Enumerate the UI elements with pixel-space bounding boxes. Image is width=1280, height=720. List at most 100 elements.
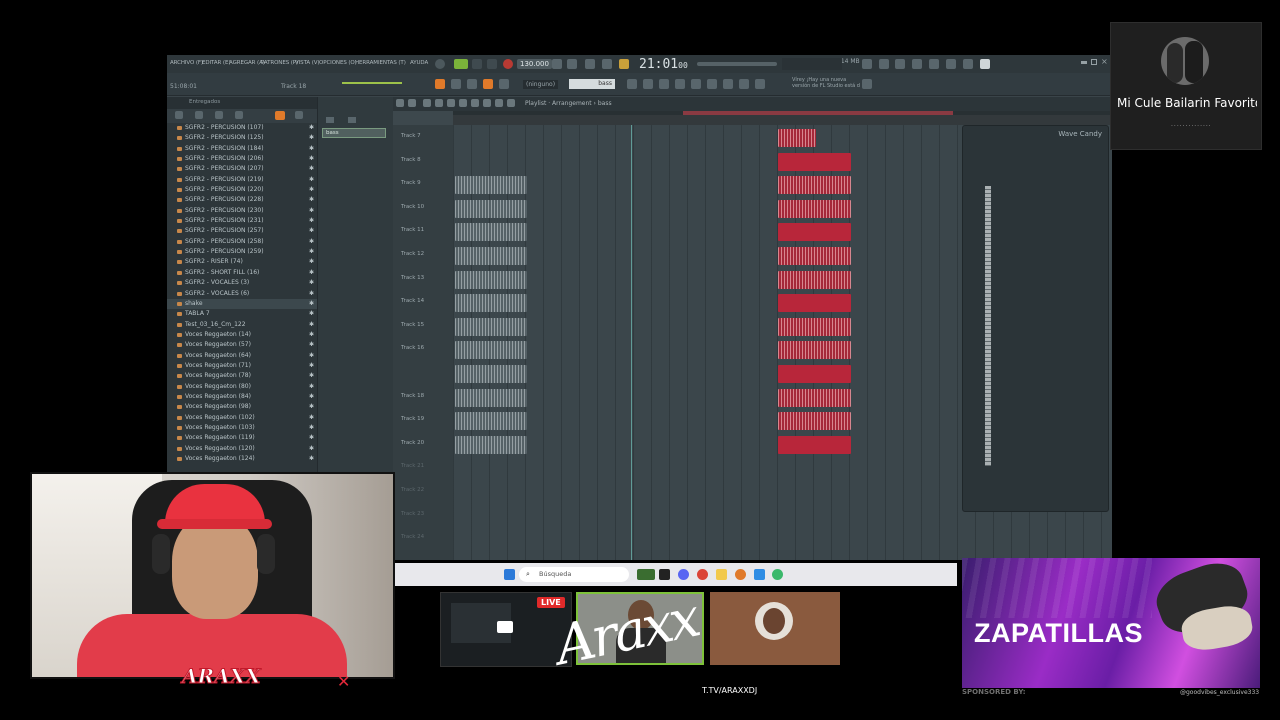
- browser-item[interactable]: shake ✱: [167, 298, 317, 310]
- track-name[interactable]: Track 23: [401, 511, 424, 517]
- pattern-clip[interactable]: [455, 176, 527, 195]
- pattern-clip[interactable]: [455, 223, 527, 242]
- menu-patrones[interactable]: PATRONES (P): [261, 60, 298, 66]
- pin-icon[interactable]: ✱: [309, 309, 314, 319]
- menu-opciones[interactable]: OPCIONES (O): [319, 60, 357, 66]
- browser-item[interactable]: SGFR2 - PERCUSION (206) ✱: [167, 154, 317, 164]
- browser-item[interactable]: Voces Reggaeton (14) ✱: [167, 330, 317, 340]
- starred-icon[interactable]: [275, 111, 285, 120]
- back-icon[interactable]: [195, 111, 203, 119]
- pin-icon[interactable]: ✱: [309, 289, 314, 299]
- chrome-icon[interactable]: [697, 569, 708, 580]
- pattern-clip[interactable]: [455, 412, 527, 431]
- browser-item[interactable]: SGFR2 - PERCUSION (257) ✱: [167, 226, 317, 236]
- track-name[interactable]: Track 24: [401, 534, 424, 540]
- browser-item[interactable]: Voces Reggaeton (64) ✱: [167, 351, 317, 361]
- refresh-icon[interactable]: [862, 59, 872, 69]
- browser-item[interactable]: SGFR2 - RISER (74) ✱: [167, 257, 317, 267]
- master-volume-slider[interactable]: [342, 82, 402, 84]
- pattern-song-toggle[interactable]: [435, 59, 445, 69]
- browser-header[interactable]: Entregados: [167, 97, 317, 109]
- pattern-clip[interactable]: [455, 341, 527, 360]
- pattern-clip[interactable]: [778, 152, 851, 171]
- pattern-clip[interactable]: [778, 341, 851, 360]
- pin-icon[interactable]: ✱: [309, 216, 314, 226]
- browser-item[interactable]: Voces Reggaeton (103) ✱: [167, 423, 317, 433]
- track-name[interactable]: Track 16: [401, 345, 424, 351]
- pin-icon[interactable]: ✱: [309, 195, 314, 205]
- touch-keyboard-icon[interactable]: [723, 79, 733, 89]
- browser-item[interactable]: SGFR2 - PERCUSION (258) ✱: [167, 237, 317, 247]
- pattern-icon[interactable]: [348, 117, 356, 123]
- loop-record-icon[interactable]: [602, 59, 612, 69]
- pin-icon[interactable]: ✱: [309, 351, 314, 361]
- pin-icon[interactable]: ✱: [309, 371, 314, 381]
- pin-icon[interactable]: ✱: [309, 320, 314, 330]
- pin-icon[interactable]: ✱: [309, 175, 314, 185]
- paint-icon[interactable]: [499, 79, 509, 89]
- pin-icon[interactable]: ✱: [309, 361, 314, 371]
- forward-icon[interactable]: [215, 111, 223, 119]
- track-name[interactable]: Track 22: [401, 487, 424, 493]
- pattern-clip[interactable]: [778, 435, 851, 454]
- browser-item[interactable]: SGFR2 - PERCUSION (231) ✱: [167, 216, 317, 226]
- browser-item[interactable]: SGFR2 - PERCUSION (228) ✱: [167, 195, 317, 205]
- menu-agregar[interactable]: AGREGAR (A): [229, 60, 265, 66]
- save-icon[interactable]: [929, 59, 939, 69]
- browser-item[interactable]: SGFR2 - PERCUSION (125) ✱: [167, 133, 317, 143]
- track-name[interactable]: Track 7: [401, 133, 421, 139]
- browser-item[interactable]: Test_03_16_Cm_122 ✱: [167, 320, 317, 330]
- microphone-icon[interactable]: [895, 59, 905, 69]
- pattern-clip[interactable]: [778, 129, 816, 147]
- browser-toggle-icon[interactable]: [675, 79, 685, 89]
- pin-icon[interactable]: ✱: [309, 402, 314, 412]
- pin-icon[interactable]: ✱: [309, 144, 314, 154]
- mixer-icon[interactable]: [946, 59, 956, 69]
- pattern-clip[interactable]: [778, 176, 851, 195]
- grid-icon[interactable]: [326, 117, 334, 123]
- widget-icon[interactable]: [637, 569, 655, 580]
- pin-icon[interactable]: ✱: [309, 185, 314, 195]
- browser-item[interactable]: Voces Reggaeton (119) ✱: [167, 433, 317, 443]
- track-name[interactable]: Track 19: [401, 416, 424, 422]
- select-tool-icon[interactable]: [495, 99, 503, 107]
- close-icon[interactable]: ×: [1101, 57, 1108, 66]
- browser-item[interactable]: Voces Reggaeton (78) ✱: [167, 371, 317, 381]
- browser-item[interactable]: SGFR2 - PERCUSION (107) ✱: [167, 123, 317, 133]
- browser-item[interactable]: SGFR2 - VOCALES (6) ✱: [167, 289, 317, 299]
- browser-item[interactable]: SGFR2 - PERCUSION (230) ✱: [167, 206, 317, 216]
- pin-icon[interactable]: ✱: [309, 257, 314, 267]
- step-edit-icon[interactable]: [619, 59, 629, 69]
- chat-icon[interactable]: [963, 59, 973, 69]
- pattern-clip[interactable]: [778, 294, 851, 313]
- task-view-icon[interactable]: [659, 569, 670, 580]
- discord-icon[interactable]: [678, 569, 689, 580]
- snap-select-icon[interactable]: [408, 99, 416, 107]
- pin-icon[interactable]: ✱: [309, 299, 314, 309]
- playlist-menu-icon[interactable]: [396, 99, 404, 107]
- browser-item[interactable]: SGFR2 - VOCALES (3) ✱: [167, 278, 317, 288]
- track-name[interactable]: Track 13: [401, 275, 424, 281]
- master-pitch-slider[interactable]: [697, 62, 777, 66]
- magnet-icon[interactable]: [483, 79, 493, 89]
- pin-icon[interactable]: ✱: [309, 237, 314, 247]
- browser-item[interactable]: SGFR2 - PERCUSION (220) ✱: [167, 185, 317, 195]
- pattern-clip[interactable]: [455, 435, 527, 454]
- play-button[interactable]: [472, 59, 482, 69]
- pin-icon[interactable]: ✱: [309, 433, 314, 443]
- pin-icon[interactable]: ✱: [309, 330, 314, 340]
- store-icon[interactable]: [754, 569, 765, 580]
- channel-select[interactable]: bass: [569, 79, 615, 89]
- pattern-clip[interactable]: [778, 388, 851, 407]
- help-icon[interactable]: [912, 59, 922, 69]
- pattern-clip[interactable]: [778, 199, 851, 218]
- plugin-database-icon[interactable]: [691, 79, 701, 89]
- menu-vista[interactable]: VISTA (V): [295, 60, 320, 66]
- track-name[interactable]: Track 14: [401, 298, 424, 304]
- pattern-clip[interactable]: [778, 365, 851, 383]
- playlist-view-button[interactable]: [435, 79, 445, 89]
- pencil-icon[interactable]: [467, 79, 477, 89]
- pin-icon[interactable]: ✱: [309, 454, 314, 464]
- browser-item[interactable]: Voces Reggaeton (120) ✱: [167, 444, 317, 454]
- pattern-clip[interactable]: [455, 270, 527, 289]
